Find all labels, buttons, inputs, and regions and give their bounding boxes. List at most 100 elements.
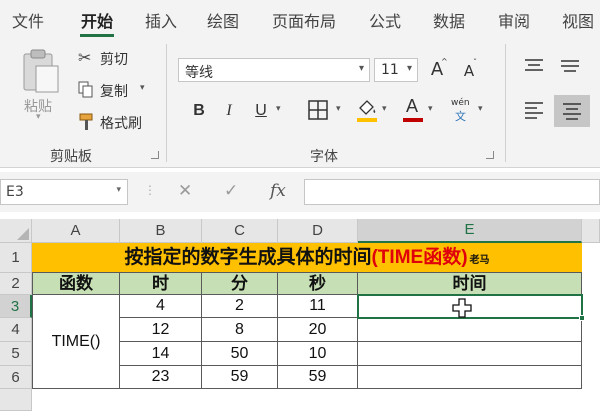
align-left-button[interactable]	[522, 98, 548, 124]
column-header-d[interactable]: D	[278, 219, 358, 243]
format-painter-icon	[79, 113, 93, 130]
tab-file[interactable]: 文件	[12, 8, 44, 32]
header-cell-time[interactable]: 时间	[358, 273, 582, 295]
data-cell[interactable]	[358, 318, 582, 342]
enter-icon[interactable]: ✓	[224, 181, 238, 201]
fill-color-bar	[357, 118, 377, 122]
underline-button[interactable]: U	[248, 98, 274, 124]
paste-button[interactable]: 粘贴 ▾	[12, 44, 68, 122]
insert-function-icon[interactable]: fx	[270, 181, 286, 201]
align-center-button[interactable]	[554, 95, 590, 127]
data-cell[interactable]: 11	[278, 295, 358, 318]
tab-home[interactable]: 开始	[81, 8, 113, 32]
phonetic-icon: 文	[455, 110, 466, 123]
tab-view[interactable]: 视图	[562, 8, 594, 32]
data-cell[interactable]: 23	[120, 366, 202, 389]
cut-button[interactable]: ✂ 剪切	[78, 48, 168, 70]
header-cell-minute[interactable]: 分	[202, 273, 278, 295]
ribbon: 粘贴 ▾ ✂ 剪切 复制 ▾ 格式刷 剪贴板 等线 ▾ 11 ▾ A ^ Aˇ B	[0, 38, 600, 168]
column-header-c[interactable]: C	[202, 219, 278, 243]
data-cell[interactable]: 2	[202, 295, 278, 318]
borders-button[interactable]	[306, 98, 330, 122]
font-color-icon: A	[406, 96, 419, 116]
clipboard-group-label: 剪贴板	[50, 149, 92, 165]
clipboard-dialog-launcher[interactable]	[151, 151, 159, 159]
data-cell[interactable]: 4	[120, 295, 202, 318]
function-name-cell[interactable]: TIME()	[32, 295, 120, 389]
data-cell[interactable]: 12	[120, 318, 202, 342]
formula-input[interactable]	[304, 179, 600, 205]
row-header-6[interactable]: 6	[0, 366, 32, 389]
grow-font-button[interactable]: A ^	[424, 57, 450, 83]
name-box-value: E3	[6, 184, 24, 200]
data-cell[interactable]	[358, 342, 582, 366]
fill-handle[interactable]	[579, 315, 585, 321]
copy-dropdown-icon[interactable]: ▾	[140, 83, 145, 93]
fill-color-dropdown-icon[interactable]: ▾	[382, 104, 387, 114]
align-left-icon	[525, 102, 543, 119]
borders-dropdown-icon[interactable]: ▾	[336, 104, 341, 114]
phonetic-button[interactable]: wén 文	[448, 96, 476, 124]
title-cell[interactable]: 按指定的数字生成具体的时间(TIME函数) 老马	[32, 243, 582, 273]
align-middle-icon	[561, 60, 579, 72]
row-header-5[interactable]: 5	[0, 342, 32, 366]
tab-review[interactable]: 审阅	[498, 8, 530, 32]
row-header-3[interactable]: 3	[0, 295, 32, 318]
chevron-down-icon[interactable]: ▾	[116, 185, 121, 195]
paste-dropdown-icon[interactable]: ▾	[36, 112, 41, 122]
font-dialog-launcher[interactable]	[486, 151, 494, 159]
header-cell-hour[interactable]: 时	[120, 273, 202, 295]
chevron-down-icon: ▾	[406, 63, 412, 74]
tab-formulas[interactable]: 公式	[369, 8, 401, 32]
phonetic-dropdown-icon[interactable]: ▾	[478, 104, 483, 114]
tab-insert[interactable]: 插入	[145, 8, 177, 32]
tab-data[interactable]: 数据	[433, 8, 465, 32]
borders-icon	[308, 100, 328, 120]
select-all-corner[interactable]	[0, 219, 32, 243]
data-cell[interactable]	[358, 366, 582, 389]
paste-icon	[23, 49, 59, 93]
header-cell-second[interactable]: 秒	[278, 273, 358, 295]
title-author: 老马	[469, 255, 490, 266]
column-header-a[interactable]: A	[32, 219, 120, 243]
fill-color-button[interactable]	[356, 98, 378, 124]
row-header-7[interactable]	[0, 389, 32, 411]
row-header-2[interactable]: 2	[0, 273, 32, 295]
shrink-font-button[interactable]: Aˇ	[456, 58, 482, 84]
bold-button[interactable]: B	[186, 98, 212, 124]
row-header-4[interactable]: 4	[0, 318, 32, 342]
font-size-select[interactable]: 11 ▾	[374, 58, 418, 82]
data-cell[interactable]: 59	[202, 366, 278, 389]
data-cell[interactable]: 50	[202, 342, 278, 366]
ribbon-separator	[505, 44, 506, 162]
font-name-select[interactable]: 等线 ▾	[178, 58, 370, 82]
italic-button[interactable]: I	[216, 98, 242, 124]
tab-page-layout[interactable]: 页面布局	[272, 8, 336, 32]
ribbon-separator	[166, 44, 167, 162]
format-painter-button[interactable]: 格式刷	[78, 112, 168, 134]
tab-draw[interactable]: 绘图	[207, 8, 239, 32]
column-header-b[interactable]: B	[120, 219, 202, 243]
copy-button[interactable]: 复制 ▾	[78, 80, 168, 102]
font-color-bar	[403, 118, 423, 122]
format-painter-label: 格式刷	[100, 116, 142, 132]
column-header-e[interactable]: E	[358, 219, 582, 243]
font-color-button[interactable]: A	[402, 96, 424, 124]
header-cell-function[interactable]: 函数	[32, 273, 120, 295]
data-cell[interactable]: 14	[120, 342, 202, 366]
name-box[interactable]: E3 ▾	[0, 179, 128, 205]
data-cell[interactable]: 20	[278, 318, 358, 342]
data-cell[interactable]: 59	[278, 366, 358, 389]
active-tab-indicator	[80, 34, 114, 37]
underline-dropdown-icon[interactable]: ▾	[276, 104, 281, 114]
font-color-dropdown-icon[interactable]: ▾	[428, 104, 433, 114]
cancel-icon[interactable]: ✕	[178, 181, 192, 201]
data-cell[interactable]: 8	[202, 318, 278, 342]
ribbon-tab-bar: 文件 开始 插入 绘图 页面布局 公式 数据 审阅 视图	[0, 0, 600, 38]
copy-icon	[78, 81, 93, 98]
row-header-1[interactable]: 1	[0, 243, 32, 273]
data-cell[interactable]: 10	[278, 342, 358, 366]
align-top-button[interactable]	[522, 56, 548, 80]
column-header-f[interactable]	[582, 219, 600, 243]
align-middle-button[interactable]	[558, 56, 584, 80]
